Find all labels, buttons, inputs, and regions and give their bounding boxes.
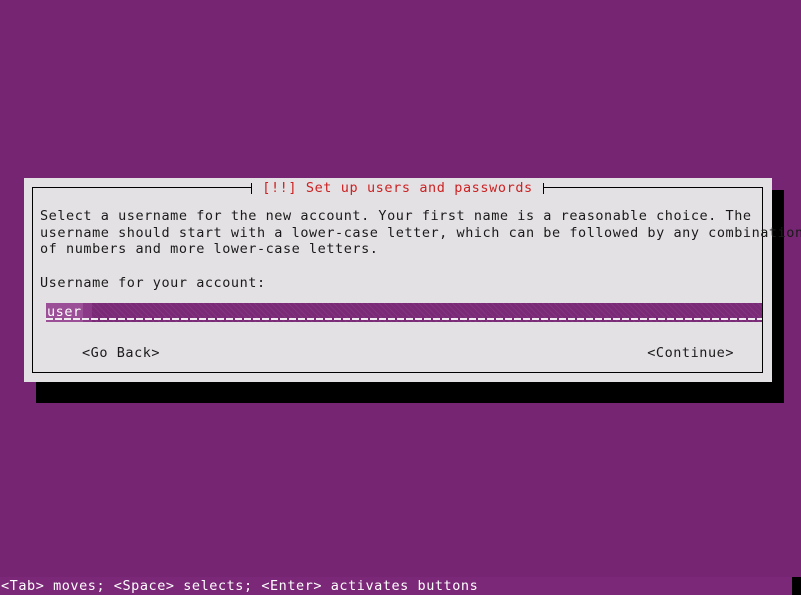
- username-prompt-label: Username for your account:: [40, 274, 266, 291]
- description-line-3: of numbers and more lower-case letters.: [40, 241, 379, 257]
- input-underline: [46, 318, 762, 320]
- status-bar-tail: [792, 577, 801, 595]
- username-input-row[interactable]: user: [46, 303, 762, 322]
- description-line-1: Select a username for the new account. Y…: [40, 208, 752, 224]
- dialog-content: Select a username for the new account. Y…: [40, 208, 801, 370]
- setup-users-dialog: [!!] Set up users and passwords Select a…: [24, 178, 801, 382]
- installer-screen: [!!] Set up users and passwords Select a…: [0, 0, 801, 595]
- continue-button[interactable]: <Continue>: [647, 344, 734, 362]
- description-line-2: username should start with a lower-case …: [40, 224, 801, 241]
- keyboard-hint-text: <Tab> moves; <Space> selects; <Enter> ac…: [1, 578, 479, 594]
- status-hint-bar: <Tab> moves; <Space> selects; <Enter> ac…: [0, 577, 801, 595]
- dialog-buttons: <Go Back> <Continue>: [40, 344, 756, 362]
- username-input[interactable]: user: [46, 303, 762, 322]
- go-back-button[interactable]: <Go Back>: [82, 344, 160, 362]
